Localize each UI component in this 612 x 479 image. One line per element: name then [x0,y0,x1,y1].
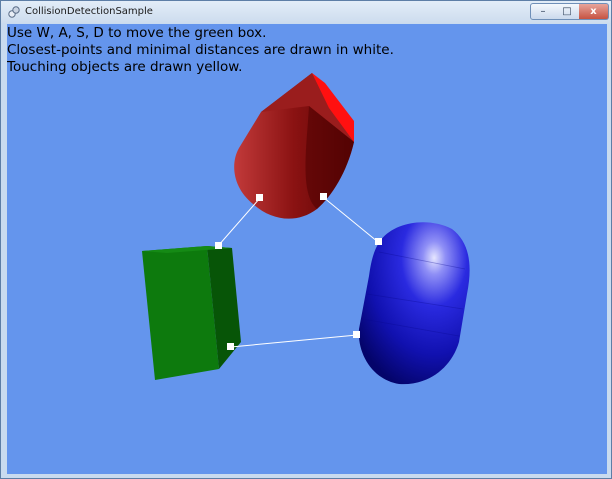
instruction-line: Touching objects are drawn yellow. [7,59,243,75]
green-box [142,246,241,380]
close-button[interactable]: x [579,3,609,20]
scene-canvas [7,24,607,474]
instructions-overlay: Use W, A, S, D to move the green box. Cl… [7,25,394,76]
closest-point-green-2 [227,343,234,350]
minimize-button[interactable]: – [530,3,556,20]
minimize-icon: – [540,6,546,17]
closest-point-blue-2 [353,331,360,338]
maximize-button[interactable]: □ [555,3,580,20]
instruction-line: Closest-points and minimal distances are… [7,42,394,58]
render-viewport[interactable]: Use W, A, S, D to move the green box. Cl… [7,24,607,474]
maximize-icon: □ [562,6,572,17]
closest-point-blue-1 [375,238,382,245]
window-title: CollisionDetectionSample [25,6,153,17]
closest-point-red-2 [320,193,327,200]
instruction-line: Use W, A, S, D to move the green box. [7,25,267,41]
close-icon: x [590,6,597,17]
app-icon [8,6,20,18]
title-bar[interactable]: CollisionDetectionSample – □ x [1,1,611,23]
closest-point-red-1 [256,194,263,201]
closest-point-green-1 [215,242,222,249]
app-window: CollisionDetectionSample – □ x Use W, A,… [0,0,612,479]
